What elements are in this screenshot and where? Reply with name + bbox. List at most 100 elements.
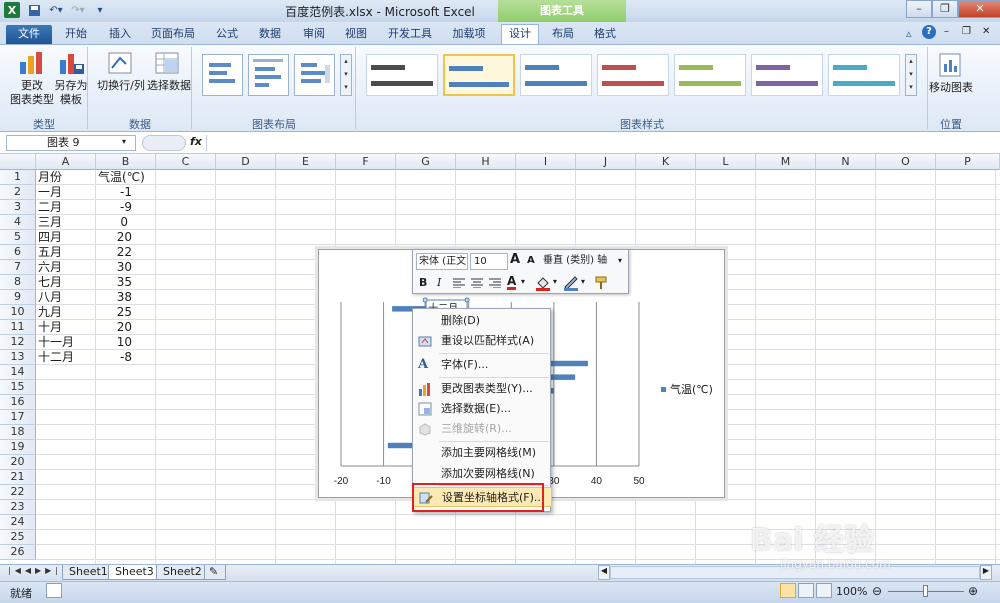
cell-a[interactable]: 五月	[38, 245, 62, 260]
hscroll-left[interactable]: ◀	[598, 565, 610, 580]
insert-function-icon[interactable]: fx	[190, 135, 202, 148]
menu-item-add-major-gridlines[interactable]: 添加主要网格线(M)	[413, 443, 552, 463]
tab-developer[interactable]: 开发工具	[382, 25, 438, 44]
column-header[interactable]: F	[336, 154, 396, 170]
outline-color-dropdown-icon[interactable]: ▾	[581, 277, 585, 286]
cell-b[interactable]: 25	[96, 305, 132, 320]
tab-home[interactable]: 开始	[56, 25, 96, 44]
help-icon[interactable]: ?	[922, 25, 936, 39]
cell-a[interactable]: 十月	[38, 320, 62, 335]
cell-a[interactable]: 六月	[38, 260, 62, 275]
row-header[interactable]: 26	[0, 545, 36, 560]
column-header[interactable]: O	[876, 154, 936, 170]
cell-b[interactable]: 35	[96, 275, 132, 290]
align-left-icon[interactable]	[453, 278, 465, 291]
row-header[interactable]: 3	[0, 200, 36, 215]
zoom-level[interactable]: 100%	[836, 585, 867, 598]
cell-a[interactable]: 九月	[38, 305, 62, 320]
menu-item-font[interactable]: A 字体(F)...	[413, 355, 552, 375]
chart-element-selector[interactable]: 垂直 (类别) 轴	[543, 253, 627, 270]
row-header[interactable]: 8	[0, 275, 36, 290]
sheet-nav-icons[interactable]: |◀◀▶▶|	[8, 566, 62, 575]
page-layout-view-icon[interactable]	[798, 583, 814, 598]
chart-style-4[interactable]	[597, 54, 669, 96]
tab-data[interactable]: 数据	[250, 25, 290, 44]
name-box[interactable]: 图表 9	[6, 135, 136, 151]
italic-button[interactable]: I	[437, 276, 441, 289]
row-header[interactable]: 22	[0, 485, 36, 500]
column-header[interactable]: J	[576, 154, 636, 170]
switch-row-column-button[interactable]: 切换行/列	[95, 79, 147, 93]
cell-b[interactable]: 10	[96, 335, 132, 350]
row-header[interactable]: 11	[0, 320, 36, 335]
shrink-font-button[interactable]: A	[527, 255, 535, 266]
move-chart-button[interactable]: 移动图表	[928, 81, 974, 95]
name-box-dropdown-icon[interactable]: ▾	[122, 137, 126, 146]
chart-style-scroll[interactable]: ▴ ▾ ▾	[905, 54, 917, 96]
row-header[interactable]: 21	[0, 470, 36, 485]
column-header[interactable]: L	[696, 154, 756, 170]
column-header[interactable]: B	[96, 154, 156, 170]
normal-view-icon[interactable]	[780, 583, 796, 598]
menu-item-add-minor-gridlines[interactable]: 添加次要网格线(N)	[413, 464, 552, 484]
column-header[interactable]: N	[816, 154, 876, 170]
cell-a[interactable]: 八月	[38, 290, 62, 305]
cell-b1[interactable]: 气温(℃)	[98, 170, 145, 185]
workbook-close-icon[interactable]: ✕	[982, 26, 990, 37]
cell-b[interactable]: 20	[96, 230, 132, 245]
insert-sheet-icon[interactable]: ✎	[204, 565, 226, 580]
cell-b[interactable]: -1	[96, 185, 132, 200]
chart-layout-3[interactable]	[294, 54, 335, 96]
fill-color-dropdown-icon[interactable]: ▾	[553, 277, 557, 286]
cell-a[interactable]: 十一月	[38, 335, 74, 350]
column-header[interactable]: P	[936, 154, 1000, 170]
minimize-button[interactable]: –	[906, 0, 932, 18]
row-header[interactable]: 10	[0, 305, 36, 320]
format-painter-icon[interactable]	[593, 275, 609, 294]
column-header[interactable]: K	[636, 154, 696, 170]
formula-input[interactable]	[206, 135, 1000, 151]
select-all-corner[interactable]	[0, 154, 36, 170]
zoom-slider-thumb[interactable]	[923, 585, 928, 597]
font-size-box[interactable]: 10	[470, 253, 508, 270]
chart-style-6[interactable]	[751, 54, 823, 96]
row-header[interactable]: 13	[0, 350, 36, 365]
menu-item-reset-style[interactable]: 重设以匹配样式(A)	[413, 331, 552, 351]
cell-a[interactable]: 十二月	[38, 350, 74, 365]
row-header[interactable]: 16	[0, 395, 36, 410]
cell-a[interactable]: 三月	[38, 215, 62, 230]
cell-b[interactable]: 38	[96, 290, 132, 305]
save-as-template-button[interactable]: 另存为 模板	[52, 79, 90, 107]
align-center-icon[interactable]	[471, 278, 483, 291]
chart-layout-scroll[interactable]: ▴ ▾ ▾	[340, 54, 352, 96]
cell-b[interactable]: 0	[96, 215, 128, 230]
column-header[interactable]: H	[456, 154, 516, 170]
row-header[interactable]: 12	[0, 335, 36, 350]
tab-chart-layout[interactable]: 布局	[544, 25, 582, 44]
font-color-dropdown-icon[interactable]: ▾	[521, 277, 525, 286]
row-header[interactable]: 17	[0, 410, 36, 425]
change-chart-type-button[interactable]: 更改 图表类型	[8, 79, 56, 107]
column-header[interactable]: A	[36, 154, 96, 170]
sheet-tab-active[interactable]: Sheet3	[108, 565, 161, 580]
restore-button[interactable]: ❐	[932, 0, 958, 18]
column-header[interactable]: C	[156, 154, 216, 170]
row-header[interactable]: 6	[0, 245, 36, 260]
cell-b[interactable]: 20	[96, 320, 132, 335]
tab-addins[interactable]: 加载项	[444, 25, 494, 44]
cell-b[interactable]: -8	[96, 350, 132, 365]
row-header[interactable]: 18	[0, 425, 36, 440]
align-right-icon[interactable]	[489, 278, 501, 291]
cell-a[interactable]: 一月	[38, 185, 62, 200]
tab-page-layout[interactable]: 页面布局	[145, 25, 201, 44]
tab-insert[interactable]: 插入	[100, 25, 140, 44]
bold-button[interactable]: B	[419, 276, 427, 289]
chart-style-3[interactable]	[520, 54, 592, 96]
cell-a1[interactable]: 月份	[38, 170, 62, 185]
cell-a[interactable]: 四月	[38, 230, 62, 245]
chart-layout-2[interactable]	[248, 54, 289, 96]
zoom-out-icon[interactable]: ⊖	[872, 584, 882, 598]
column-header[interactable]: I	[516, 154, 576, 170]
close-button[interactable]: ✕	[958, 0, 1000, 18]
row-header[interactable]: 1	[0, 170, 36, 185]
